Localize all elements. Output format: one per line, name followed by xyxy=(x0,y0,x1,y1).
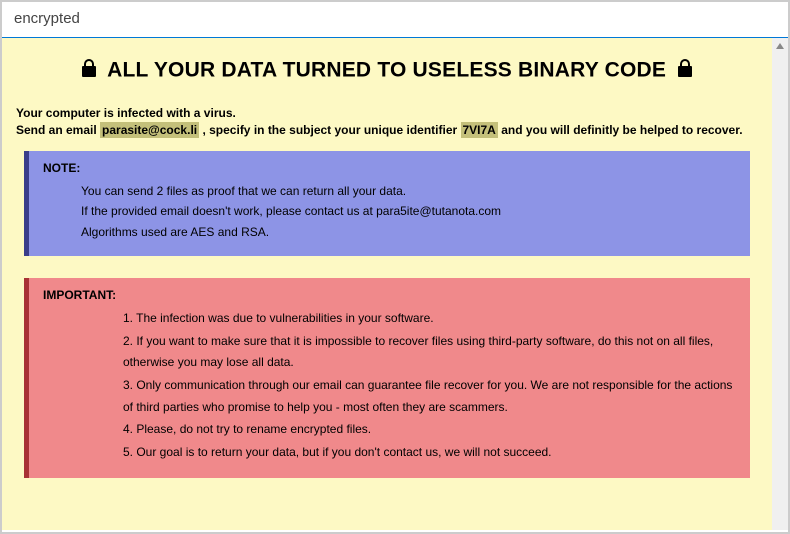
content-wrapper: ALL YOUR DATA TURNED TO USELESS BINARY C… xyxy=(2,38,788,530)
headline: ALL YOUR DATA TURNED TO USELESS BINARY C… xyxy=(16,58,758,84)
note-line: You can send 2 files as proof that we ca… xyxy=(81,181,736,201)
intro-line-2: Send an email parasite@cock.li , specify… xyxy=(16,123,758,137)
important-item: 1. The infection was due to vulnerabilit… xyxy=(123,308,736,330)
important-item: 4. Please, do not try to rename encrypte… xyxy=(123,419,736,441)
unique-identifier: 7VI7A xyxy=(461,122,498,138)
important-box: IMPORTANT: 1. The infection was due to v… xyxy=(24,278,750,478)
important-item: 5. Our goal is to return your data, but … xyxy=(123,442,736,464)
vertical-scrollbar[interactable] xyxy=(772,38,788,530)
note-line: If the provided email doesn't work, plea… xyxy=(81,201,736,221)
intro-line-1: Your computer is infected with a virus. xyxy=(16,106,758,120)
intro-pre: Send an email xyxy=(16,123,100,137)
lock-icon xyxy=(80,58,98,84)
headline-text: ALL YOUR DATA TURNED TO USELESS BINARY C… xyxy=(107,59,666,82)
note-body: You can send 2 files as proof that we ca… xyxy=(43,181,736,242)
scroll-up-arrow-icon[interactable] xyxy=(772,38,788,54)
important-item: 2. If you want to make sure that it is i… xyxy=(123,331,736,374)
important-body: 1. The infection was due to vulnerabilit… xyxy=(43,308,736,463)
important-item: 3. Only communication through our email … xyxy=(123,375,736,418)
intro-mid: , specify in the subject your unique ide… xyxy=(199,123,460,137)
intro-post: and you will definitly be helped to reco… xyxy=(498,123,743,137)
note-box: NOTE: You can send 2 files as proof that… xyxy=(24,151,750,256)
window-titlebar: encrypted xyxy=(2,2,788,38)
note-title: NOTE: xyxy=(43,161,736,175)
important-title: IMPORTANT: xyxy=(43,288,736,302)
window-title: encrypted xyxy=(14,10,80,27)
note-line: Algorithms used are AES and RSA. xyxy=(81,222,736,242)
contact-email: parasite@cock.li xyxy=(100,122,199,138)
lock-icon xyxy=(676,58,694,84)
ransom-note-content: ALL YOUR DATA TURNED TO USELESS BINARY C… xyxy=(2,38,772,530)
